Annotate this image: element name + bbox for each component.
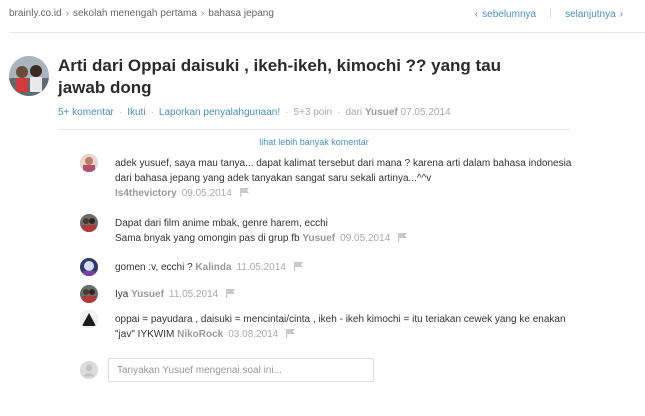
comment-avatar[interactable] bbox=[80, 258, 98, 276]
previous-link[interactable]: ‹ sebelumnya bbox=[471, 9, 536, 20]
question-title: Arti dari Oppai daisuki , ikeh-ikeh, kim… bbox=[58, 56, 502, 97]
flag-icon[interactable] bbox=[239, 188, 249, 197]
comment-3: gomen :v, ecchi ? Kalinda 11.05.2014 bbox=[115, 260, 575, 275]
comment-date: 11.05.2014 bbox=[236, 262, 286, 273]
pager-divider bbox=[550, 8, 552, 18]
question-author-avatar[interactable] bbox=[9, 56, 49, 96]
flag-icon[interactable] bbox=[286, 329, 296, 338]
comment-2: Dapat dari film anime mbak, genre harem,… bbox=[115, 216, 575, 246]
meta-separator: · bbox=[285, 107, 289, 118]
comment-date: 03.08.2014 bbox=[228, 329, 279, 340]
header-divider bbox=[9, 32, 645, 33]
comment-text: Dapat dari film anime mbak, genre harem,… bbox=[115, 218, 328, 244]
comment-date: 09.05.2014 bbox=[181, 188, 232, 199]
comment-5: oppai = payudara , daisuki = mencintai/c… bbox=[115, 312, 575, 342]
meta-separator: · bbox=[118, 107, 123, 118]
question-date: 07.05.2014 bbox=[400, 107, 451, 118]
comment-user[interactable]: Is4thevictory bbox=[115, 188, 177, 199]
comment-date: 11.05.2014 bbox=[168, 289, 219, 300]
next-label: selanjutnya bbox=[565, 9, 616, 20]
avatar-placeholder-icon bbox=[80, 361, 98, 379]
question-author[interactable]: Yusuef bbox=[365, 107, 398, 118]
breadcrumb-separator: › bbox=[65, 8, 69, 19]
comment-text: gomen :v, ecchi ? bbox=[115, 262, 193, 273]
flag-icon[interactable] bbox=[226, 289, 236, 298]
chevron-left-icon: ‹ bbox=[474, 9, 479, 20]
flag-icon[interactable] bbox=[398, 233, 408, 242]
from-label: dari bbox=[345, 107, 363, 118]
comments-link[interactable]: 5+ komentar bbox=[58, 107, 114, 118]
top-bar: brainly.co.id › sekolah menengah pertama › b… bbox=[9, 8, 627, 22]
question-pager: ‹ sebelumnya selanjutnya › bbox=[471, 8, 627, 20]
breadcrumb-subject[interactable]: bahasa jepang bbox=[208, 8, 274, 19]
comment-avatar[interactable] bbox=[80, 214, 98, 232]
comment-4: Iya Yusuef 11.05.2014 bbox=[115, 287, 575, 302]
comment-input[interactable] bbox=[108, 358, 374, 382]
comment-user[interactable]: Kalinda bbox=[195, 262, 231, 273]
breadcrumb-home[interactable]: brainly.co.id bbox=[9, 8, 62, 19]
previous-label: sebelumnya bbox=[482, 9, 537, 20]
follow-link[interactable]: Ikuti bbox=[127, 107, 145, 118]
avatar-photo bbox=[80, 258, 98, 276]
avatar-photo bbox=[80, 214, 98, 232]
avatar-photo bbox=[9, 56, 49, 96]
breadcrumb: brainly.co.id › sekolah menengah pertama › b… bbox=[9, 8, 274, 19]
breadcrumb-separator: › bbox=[200, 8, 205, 19]
meta-separator: · bbox=[150, 107, 154, 118]
comment-user[interactable]: Yusuef bbox=[302, 233, 335, 244]
comment-text: adek yusuef, saya mau tanya... dapat kal… bbox=[115, 158, 572, 184]
breadcrumb-level[interactable]: sekolah menengah pertama bbox=[73, 8, 197, 19]
more-comments-link[interactable]: lihat lebih banyak komentar bbox=[58, 137, 570, 147]
comment-text: Iya bbox=[115, 289, 129, 300]
avatar-photo bbox=[80, 154, 98, 172]
avatar-photo bbox=[80, 310, 98, 328]
comment-avatar[interactable] bbox=[80, 310, 98, 328]
next-link[interactable]: selanjutnya › bbox=[565, 9, 627, 20]
comment-date: 09.05.2014 bbox=[340, 233, 391, 244]
report-link[interactable]: Laporkan penyalahgunaan! bbox=[159, 107, 280, 118]
comment-avatar[interactable] bbox=[80, 154, 98, 172]
comment-1: adek yusuef, saya mau tanya... dapat kal… bbox=[115, 156, 575, 201]
points-value: 5+3 poin bbox=[293, 107, 333, 118]
question-meta: 5+ komentar · Ikuti · Laporkan penyalahgunaa… bbox=[58, 107, 451, 118]
meta-divider bbox=[58, 129, 570, 130]
comment-avatar[interactable] bbox=[80, 285, 98, 303]
avatar-photo bbox=[80, 285, 98, 303]
current-user-avatar bbox=[80, 361, 98, 379]
chevron-right-icon: › bbox=[619, 9, 623, 20]
comment-user[interactable]: NikoRock bbox=[177, 329, 223, 340]
comment-user[interactable]: Yusuef bbox=[131, 289, 164, 300]
flag-icon[interactable] bbox=[293, 262, 303, 271]
meta-separator: · bbox=[337, 107, 341, 118]
